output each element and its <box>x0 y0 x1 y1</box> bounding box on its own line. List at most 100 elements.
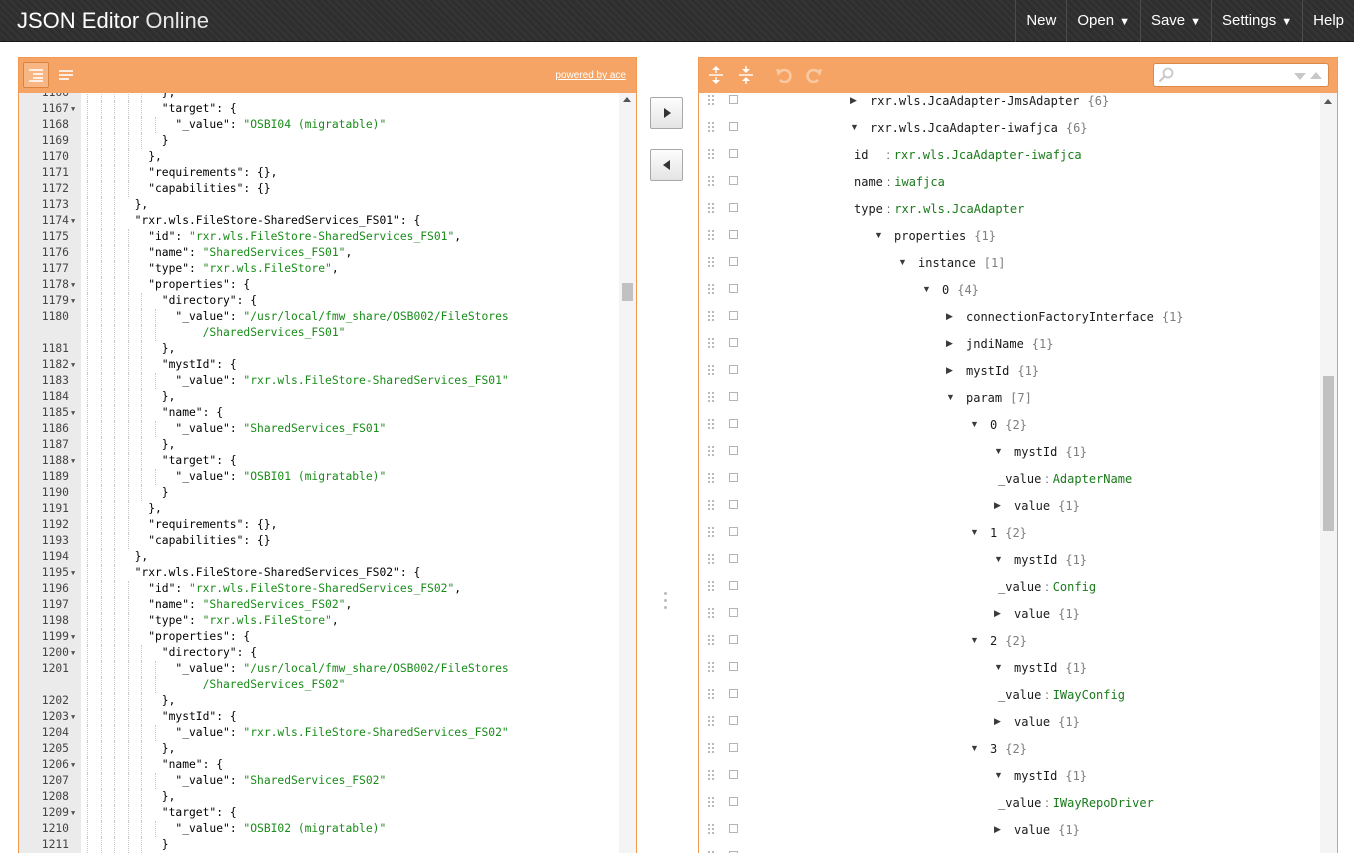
expand-all-button[interactable] <box>703 62 729 88</box>
context-menu-button[interactable] <box>729 689 738 698</box>
tree-node[interactable]: value {1} <box>1014 606 1080 622</box>
collapsed-triangle-icon[interactable]: ▶ <box>994 608 1001 618</box>
field-name[interactable]: type <box>854 202 883 216</box>
scrollbar-thumb[interactable] <box>1323 376 1334 531</box>
context-menu-button[interactable] <box>729 797 738 806</box>
field-value[interactable]: AdapterName <box>1053 472 1132 486</box>
drag-handle-icon[interactable] <box>707 256 715 268</box>
tree-node[interactable]: value {1} <box>1014 822 1080 838</box>
tree-row[interactable]: id: rxr.wls.JcaAdapter-iwafjca <box>699 141 1320 168</box>
tree-row[interactable]: ▼ 0 {2} <box>699 411 1320 438</box>
expanded-triangle-icon[interactable]: ▼ <box>970 635 979 645</box>
tree-row[interactable]: ▶ value {1} <box>699 708 1320 735</box>
context-menu-button[interactable] <box>729 527 738 536</box>
fold-toggle-icon[interactable]: ▼ <box>71 213 75 229</box>
tree-row[interactable]: ▶ connectionFactoryInterface {1} <box>699 303 1320 330</box>
tree-row[interactable]: ▼ param [7] <box>699 384 1320 411</box>
tree-row[interactable]: ▼ instance [1] <box>699 249 1320 276</box>
search-previous-icon[interactable] <box>1310 72 1322 79</box>
drag-handle-icon[interactable] <box>707 175 715 187</box>
field-name[interactable]: _value <box>998 472 1041 486</box>
field-name[interactable]: rxr.wls.JcaAdapter-iwafjca <box>870 121 1058 135</box>
context-menu-button[interactable] <box>729 95 738 104</box>
expanded-triangle-icon[interactable]: ▼ <box>946 392 955 402</box>
menu-new[interactable]: New <box>1015 0 1066 42</box>
tree-node[interactable]: 3 {2} <box>990 741 1027 757</box>
menu-save[interactable]: Save ▼ <box>1139 0 1211 42</box>
expanded-triangle-icon[interactable]: ▼ <box>970 419 979 429</box>
tree-row[interactable]: _value: IWayConfig <box>699 681 1320 708</box>
field-name[interactable]: value <box>1014 607 1050 621</box>
tree-node[interactable]: _value: Config <box>998 579 1096 595</box>
drag-handle-icon[interactable] <box>707 283 715 295</box>
tree-row[interactable]: type: rxr.wls.JcaAdapter <box>699 195 1320 222</box>
collapsed-triangle-icon[interactable]: ▶ <box>946 365 953 375</box>
context-menu-button[interactable] <box>729 122 738 131</box>
fold-toggle-icon[interactable]: ▼ <box>71 565 75 581</box>
context-menu-button[interactable] <box>729 473 738 482</box>
tree-row[interactable]: ▼ 1 {2} <box>699 519 1320 546</box>
tree-row[interactable]: ▼ 2 {2} <box>699 627 1320 654</box>
context-menu-button[interactable] <box>729 608 738 617</box>
fold-toggle-icon[interactable]: ▼ <box>71 405 75 421</box>
context-menu-button[interactable] <box>729 392 738 401</box>
collapsed-triangle-icon[interactable]: ▶ <box>850 95 857 105</box>
tree-node[interactable]: 1 {2} <box>990 525 1027 541</box>
field-name[interactable]: connectionFactoryInterface <box>966 310 1154 324</box>
fold-toggle-icon[interactable]: ▼ <box>71 629 75 645</box>
field-name[interactable]: 3 <box>990 742 997 756</box>
drag-handle-icon[interactable] <box>707 337 715 349</box>
tree-row[interactable]: ▼ mystId {1} <box>699 438 1320 465</box>
context-menu-button[interactable] <box>729 500 738 509</box>
drag-handle-icon[interactable] <box>707 526 715 538</box>
drag-handle-icon[interactable] <box>707 553 715 565</box>
fold-toggle-icon[interactable]: ▼ <box>71 453 75 469</box>
field-value[interactable]: IWayConfig <box>1053 688 1125 702</box>
copy-to-left-button[interactable] <box>650 149 683 181</box>
tree-row[interactable]: ▼ rxr.wls.JcaAdapter-iwafjca {6} <box>699 114 1320 141</box>
tree-node[interactable]: _value: IWayConfig <box>998 687 1125 703</box>
fold-toggle-icon[interactable]: ▼ <box>71 805 75 821</box>
expanded-triangle-icon[interactable]: ▼ <box>874 230 883 240</box>
context-menu-button[interactable] <box>729 824 738 833</box>
drag-handle-icon[interactable] <box>707 445 715 457</box>
context-menu-button[interactable] <box>729 230 738 239</box>
drag-handle-icon[interactable] <box>707 310 715 322</box>
tree-node[interactable]: mystId {1} <box>1014 660 1087 676</box>
field-name[interactable]: mystId <box>1014 553 1057 567</box>
scrollbar-thumb[interactable] <box>622 283 633 301</box>
drag-handle-icon[interactable] <box>707 661 715 673</box>
drag-handle-icon[interactable] <box>707 715 715 727</box>
field-name[interactable]: id <box>854 148 882 162</box>
tree-row[interactable]: ▼ 0 {4} <box>699 276 1320 303</box>
drag-handle-icon[interactable] <box>707 580 715 592</box>
field-name[interactable]: mystId <box>1014 661 1057 675</box>
context-menu-button[interactable] <box>729 149 738 158</box>
field-name[interactable]: param <box>966 391 1002 405</box>
expanded-triangle-icon[interactable]: ▼ <box>994 554 1003 564</box>
context-menu-button[interactable] <box>729 581 738 590</box>
context-menu-button[interactable] <box>729 419 738 428</box>
tree-row[interactable]: ▶ value {1} <box>699 600 1320 627</box>
tree-node[interactable]: mystId {1} <box>966 363 1039 379</box>
tree-node[interactable]: value {1} <box>1014 714 1080 730</box>
tree-node[interactable]: 0 {4} <box>942 282 979 298</box>
tree-node[interactable]: mystId {1} <box>1014 552 1087 568</box>
field-name[interactable]: _value <box>998 796 1041 810</box>
collapsed-triangle-icon[interactable]: ▶ <box>994 824 1001 834</box>
expanded-triangle-icon[interactable]: ▼ <box>922 284 931 294</box>
context-menu-button[interactable] <box>729 743 738 752</box>
fold-toggle-icon[interactable]: ▼ <box>71 293 75 309</box>
tree-node[interactable]: 2 {2} <box>990 633 1027 649</box>
context-menu-button[interactable] <box>729 257 738 266</box>
field-name[interactable]: instance <box>918 256 976 270</box>
drag-handle-icon[interactable] <box>707 148 715 160</box>
scroll-up-icon[interactable] <box>1324 99 1332 104</box>
redo-button[interactable] <box>801 62 827 88</box>
field-name[interactable]: value <box>1014 499 1050 513</box>
context-menu-button[interactable] <box>729 365 738 374</box>
code-editor-scrollbar[interactable] <box>619 93 636 853</box>
drag-handle-icon[interactable] <box>707 364 715 376</box>
context-menu-button[interactable] <box>729 311 738 320</box>
tree-row[interactable]: ▼ 3 {2} <box>699 735 1320 762</box>
